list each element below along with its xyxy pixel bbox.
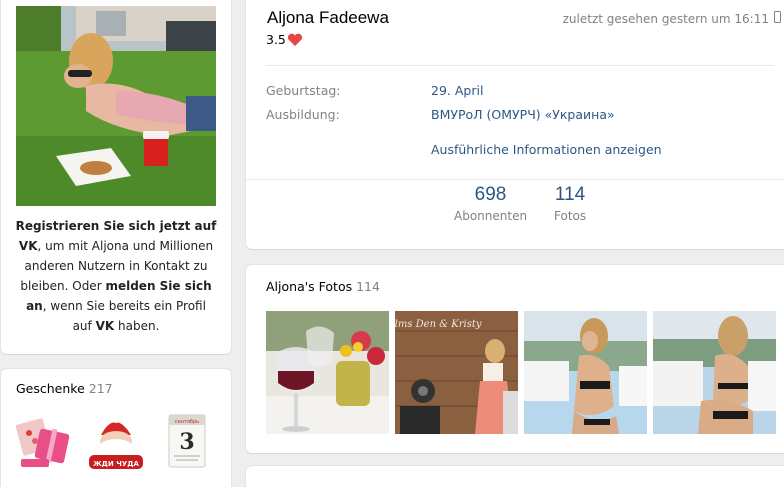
svg-text:сентябрь: сентябрь	[175, 419, 199, 425]
photos-counter[interactable]: 114 Fotos	[554, 184, 586, 223]
divider	[266, 65, 774, 66]
svg-text:Films Den & Kristy: Films Den & Kristy	[395, 319, 482, 330]
profile-info-card: Aljona Fadeewa 3.5 zuletzt gesehen geste…	[246, 0, 784, 249]
education-link[interactable]: ВМУРоЛ (ОМУРЧ) «Украина»	[431, 107, 615, 122]
photo-thumbnail[interactable]: Films Den & Kristy	[395, 311, 518, 434]
gift-item-santa[interactable]: ЖДИ ЧУДА	[85, 411, 147, 473]
heart-icon	[287, 33, 302, 46]
photos-label: Fotos	[554, 209, 587, 223]
svg-text:3: 3	[179, 429, 194, 455]
birthday-link[interactable]: 29. April	[431, 83, 483, 98]
followers-label: Abonnenten	[454, 209, 528, 223]
gifts-card: Geschenke 217 ЖДИ ЧУДА сентябрь 3	[1, 369, 231, 487]
gifts-title: Geschenke	[16, 381, 85, 396]
info-row-education: Ausbildung: ВМУРоЛ (ОМУРЧ) «Украина»	[266, 107, 615, 122]
photo-thumbnail[interactable]	[524, 311, 647, 434]
page-title: Aljona Fadeewa	[267, 8, 389, 27]
gift-item-flowers[interactable]	[15, 411, 77, 473]
gifts-header[interactable]: Geschenke 217	[16, 381, 113, 396]
followers-count: 698	[474, 184, 507, 205]
followers-counter[interactable]: 698 Abonnenten	[454, 184, 527, 223]
gifts-count: 217	[88, 381, 113, 396]
santa-gift-icon: ЖДИ ЧУДА	[89, 415, 143, 469]
last-seen-status: zuletzt gesehen gestern um 16:11	[562, 12, 769, 26]
mobile-phone-icon	[774, 11, 781, 23]
register-prompt: Registrieren Sie sich jetzt auf VK, um m…	[15, 219, 217, 333]
photo-thumbnail[interactable]	[266, 311, 389, 434]
photo-thumbnail[interactable]	[653, 311, 776, 434]
svg-text:ЖДИ ЧУДА: ЖДИ ЧУДА	[93, 460, 139, 468]
rating-badge: 3.5	[266, 32, 303, 47]
show-full-info-link[interactable]: Ausführliche Informationen anzeigen	[431, 142, 662, 157]
gift-item-calendar[interactable]: сентябрь 3	[157, 411, 219, 473]
vk-brand-text: VK	[95, 319, 115, 333]
profile-avatar[interactable]	[16, 6, 216, 206]
divider	[246, 179, 784, 180]
photos-header[interactable]: Aljona's Fotos 114	[266, 279, 380, 294]
photos-title-count: 114	[356, 279, 380, 294]
gift-box-icon	[15, 418, 70, 467]
photos-card: Aljona's Fotos114 Films Den & Kr	[246, 265, 784, 453]
profile-sidebar-card: Registrieren Sie sich jetzt auf VK, um m…	[1, 0, 231, 354]
profile-counters: 698 Abonnenten 114 Fotos	[246, 184, 784, 244]
calendar-icon: сентябрь 3	[168, 414, 206, 468]
rating-value: 3.5	[266, 32, 286, 47]
info-row-birthday: Geburtstag: 29. April	[266, 83, 483, 98]
photos-count: 114	[554, 184, 586, 205]
next-section-card	[246, 466, 784, 487]
birthday-label: Geburtstag:	[266, 83, 341, 98]
education-label: Ausbildung:	[266, 107, 340, 122]
photos-title: Aljona's Fotos	[266, 279, 353, 294]
